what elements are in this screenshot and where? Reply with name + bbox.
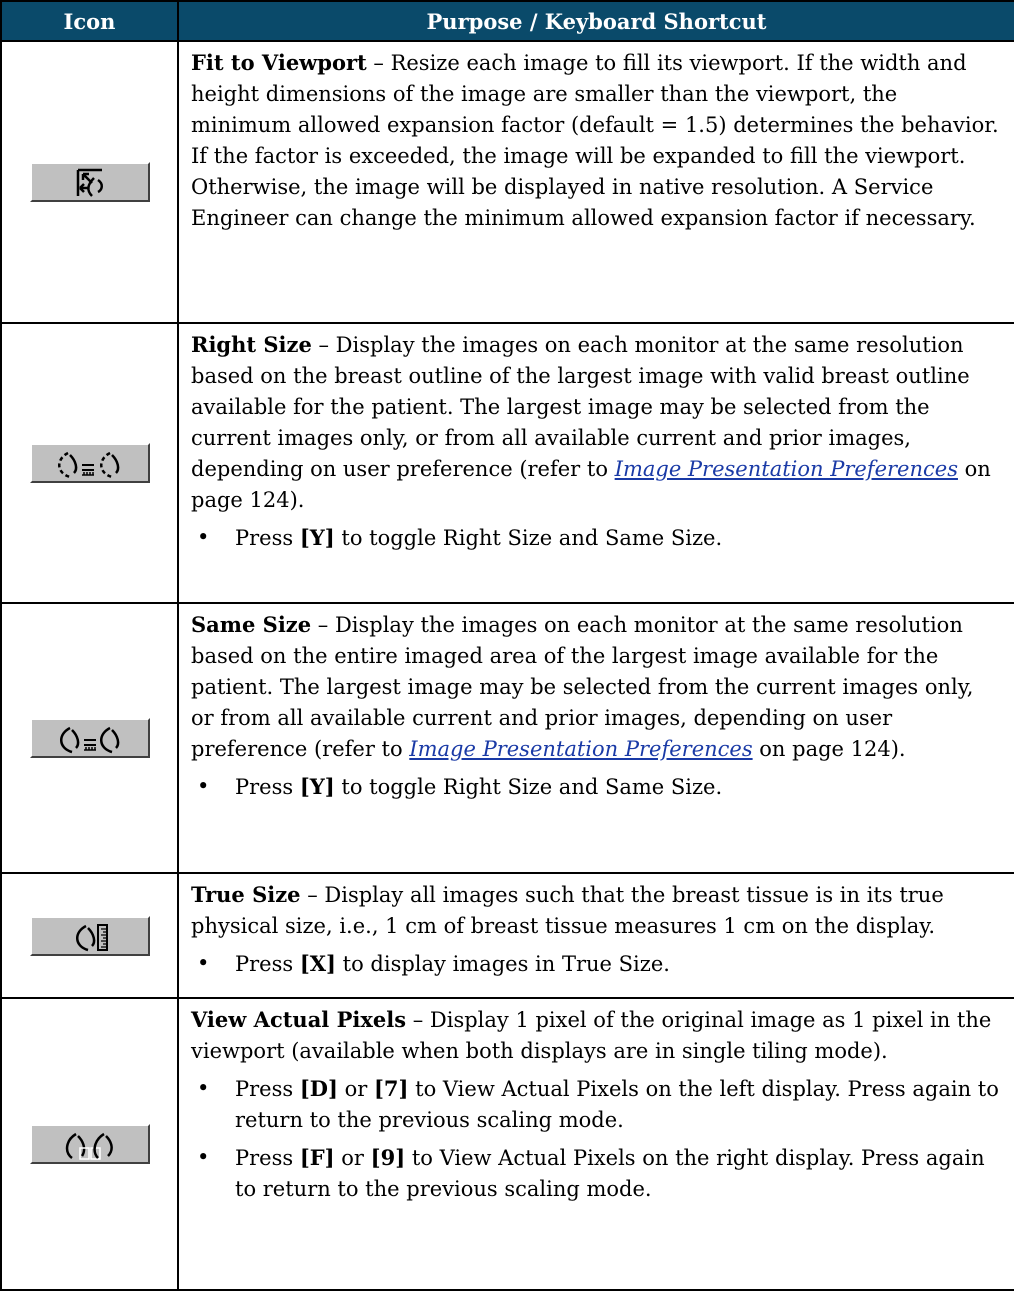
bullet-text: or [337,1077,374,1101]
view-actual-pixels-icon[interactable] [29,1124,150,1164]
shortcut-list: Press [D] or [7] to View Actual Pixels o… [191,1073,1002,1205]
list-item: Press [Y] to toggle Right Size and Same … [191,522,1002,554]
icon-cell [0,872,179,999]
description-cell: Same Size – Display the images on each m… [177,602,1014,874]
feature-text-end: on page 124). [752,737,906,761]
feature-title: Same Size [191,612,312,637]
list-item: Press [D] or [7] to View Actual Pixels o… [191,1073,1002,1136]
shortcut-key: [9] [370,1145,406,1170]
bullet-text: Press [235,952,300,976]
description: View Actual Pixels – Display 1 pixel of … [191,1004,1002,1067]
shortcut-key: [Y] [299,525,335,550]
bullet-text: or [334,1146,371,1170]
table-row: View Actual Pixels – Display 1 pixel of … [0,997,1014,1291]
fit-to-viewport-icon[interactable] [29,162,150,202]
shortcut-table: Icon Purpose / Keyboard Shortcut Fit to … [0,0,1014,1291]
header-icon: Icon [0,0,179,42]
table-row: Same Size – Display the images on each m… [0,602,1014,874]
list-item: Press [Y] to toggle Right Size and Same … [191,771,1002,803]
table-row: Right Size – Display the images on each … [0,322,1014,604]
shortcut-key: [Y] [299,774,335,799]
shortcut-key: [F] [299,1145,335,1170]
feature-title: View Actual Pixels [191,1007,407,1032]
bullet-text: Press [235,775,300,799]
bullet-text: Press [235,1146,300,1170]
bullet-text: to toggle Right Size and Same Size. [334,775,723,799]
feature-title: Right Size [191,332,312,357]
table-row: True Size – Display all images such that… [0,872,1014,999]
table-header-row: Icon Purpose / Keyboard Shortcut [0,0,1014,42]
same-size-icon[interactable] [29,718,150,758]
feature-title: True Size [191,882,301,907]
true-size-icon[interactable] [29,915,150,956]
shortcut-key: [D] [299,1076,338,1101]
bullet-text: Press [235,526,300,550]
table-row: Fit to Viewport – Resize each image to f… [0,40,1014,324]
bullet-text: Press [235,1077,300,1101]
description: Fit to Viewport – Resize each image to f… [191,47,1002,234]
list-item: Press [X] to display images in True Size… [191,948,1002,980]
bullet-text: to display images in True Size. [336,952,670,976]
icon-cell [0,997,179,1291]
description-cell: View Actual Pixels – Display 1 pixel of … [177,997,1014,1291]
description: True Size – Display all images such that… [191,879,1002,942]
description-cell: Right Size – Display the images on each … [177,322,1014,604]
icon-cell [0,322,179,604]
description-cell: Fit to Viewport – Resize each image to f… [177,40,1014,324]
shortcut-list: Press [Y] to toggle Right Size and Same … [191,522,1002,554]
description-cell: True Size – Display all images such that… [177,872,1014,999]
shortcut-list: Press [Y] to toggle Right Size and Same … [191,771,1002,803]
list-item: Press [F] or [9] to View Actual Pixels o… [191,1142,1002,1205]
shortcut-key: [7] [373,1076,409,1101]
shortcut-list: Press [X] to display images in True Size… [191,948,1002,980]
icon-cell [0,602,179,874]
description: Right Size – Display the images on each … [191,329,1002,516]
header-purpose: Purpose / Keyboard Shortcut [177,0,1014,42]
shortcut-key: [X] [299,951,336,976]
preferences-link[interactable]: Image Presentation Preferences [409,737,752,761]
icon-cell [0,40,179,324]
preferences-link[interactable]: Image Presentation Preferences [615,457,958,481]
bullet-text: to toggle Right Size and Same Size. [334,526,723,550]
feature-text: – Display all images such that the breas… [191,883,944,938]
feature-title: Fit to Viewport [191,50,367,75]
description: Same Size – Display the images on each m… [191,609,1002,765]
feature-text: – Resize each image to fill its viewport… [191,51,999,230]
right-size-icon[interactable] [29,443,150,483]
